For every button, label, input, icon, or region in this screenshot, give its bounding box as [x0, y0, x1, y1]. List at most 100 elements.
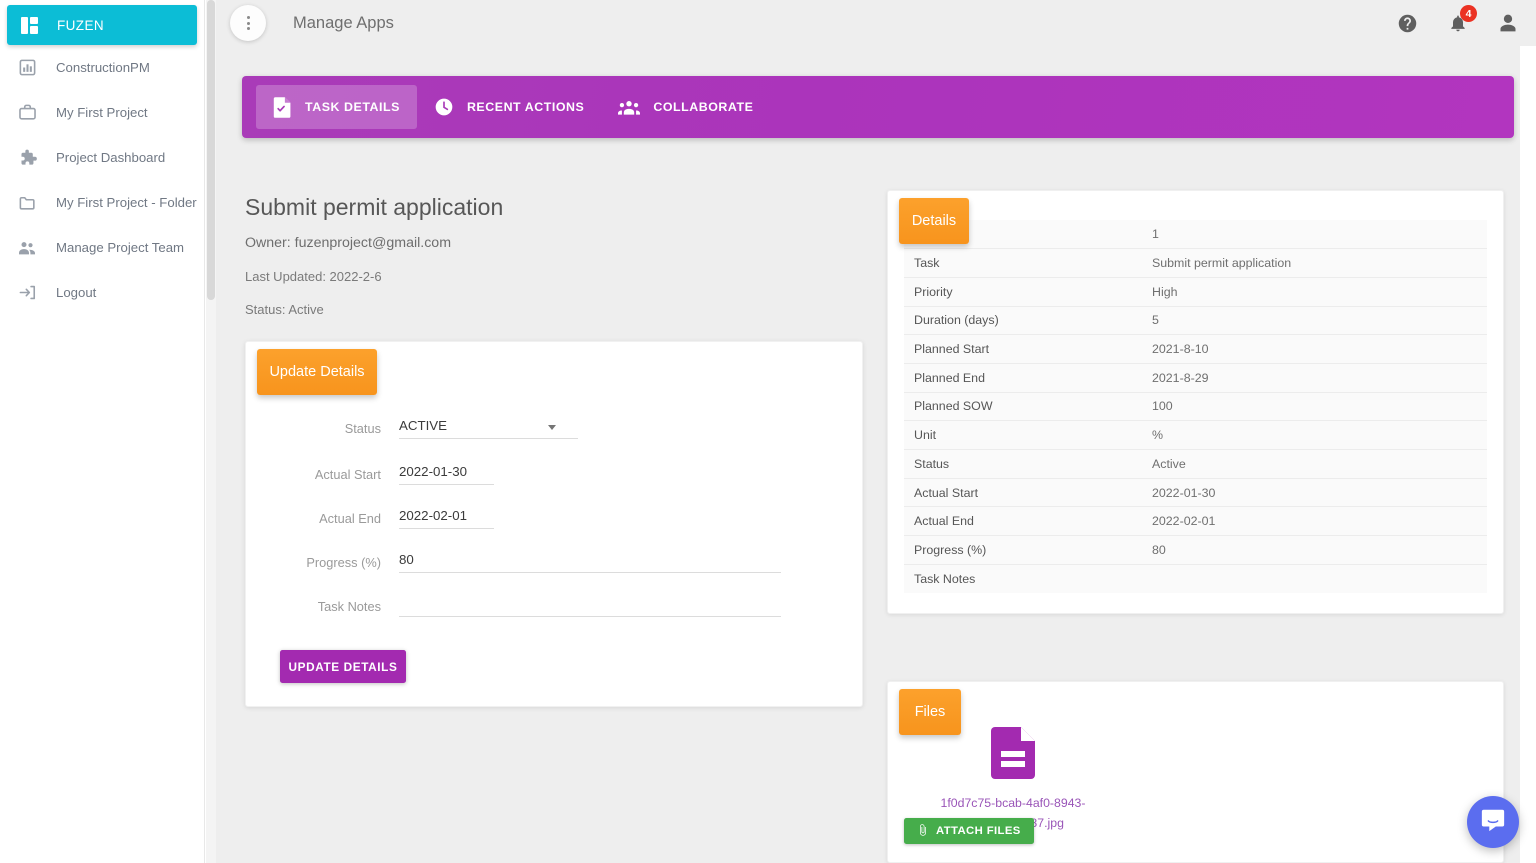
chat-bubble-icon — [1480, 807, 1506, 838]
topbar-actions: 4 — [1397, 5, 1518, 34]
sidebar-item-constructionpm[interactable]: ConstructionPM — [0, 45, 204, 90]
details-key: Priority — [904, 277, 1134, 307]
update-details-submit-button[interactable]: UPDATE DETAILS — [280, 650, 406, 683]
details-value — [1134, 564, 1487, 593]
task-last-updated: Last Updated: 2022-2-6 — [245, 269, 382, 284]
details-value: High — [1134, 277, 1487, 307]
actual-start-input[interactable]: 2022-01-30 — [399, 464, 494, 485]
task-notes-input[interactable] — [399, 596, 781, 617]
details-key: Task Notes — [904, 564, 1134, 593]
details-row: Duration (days) 5 — [904, 306, 1487, 336]
update-details-card: UPDATE DETAILS Status ACTIVE Actual Start… — [245, 341, 863, 707]
details-key: Unit — [904, 420, 1134, 450]
details-card: S. No.1TaskSubmit permit applicationPrio… — [887, 190, 1504, 614]
more-vertical-icon[interactable] — [230, 5, 266, 41]
briefcase-icon — [16, 102, 38, 124]
details-value: 2022-01-30 — [1134, 478, 1487, 508]
details-row: Priority High — [904, 277, 1487, 307]
details-key: Progress (%) — [904, 535, 1134, 565]
form-label-task-notes: Task Notes — [317, 599, 381, 614]
sidebar-item-label: Manage Project Team — [56, 240, 185, 255]
details-value: 2021-8-29 — [1134, 363, 1487, 393]
tab-task-details[interactable]: TASK DETAILS — [256, 85, 417, 129]
sidebar-item-label: My First Project — [56, 105, 148, 120]
details-row: Planned End 2021-8-29 — [904, 363, 1487, 393]
details-row: Unit% — [904, 420, 1487, 450]
brand-logo-button[interactable]: FUZEN — [7, 5, 197, 45]
sidebar-item-project-dashboard[interactable]: Project Dashboard — [0, 135, 204, 180]
task-status: Status: Active — [245, 302, 324, 317]
brand-name: FUZEN — [57, 17, 104, 33]
details-value: 1 — [1134, 220, 1487, 250]
person-icon[interactable] — [1498, 13, 1518, 33]
form-row-task-notes: Task Notes — [246, 596, 781, 617]
tab-recent-actions[interactable]: RECENT ACTIONS — [417, 85, 601, 129]
details-key: Status — [904, 449, 1134, 479]
task-header: Submit permit application Owner: fuzenpr… — [245, 194, 865, 317]
details-row: Actual End 2022-02-01 — [904, 506, 1487, 537]
details-key: Planned SOW — [904, 392, 1134, 422]
actual-end-input[interactable]: 2022-02-01 — [399, 508, 494, 529]
details-value: 80 — [1134, 535, 1487, 565]
attach-files-label: ATTACH FILES — [936, 825, 1021, 837]
tab-label: RECENT ACTIONS — [466, 100, 585, 114]
details-key: Actual End — [904, 506, 1134, 537]
details-value: 5 — [1134, 306, 1487, 336]
form-label-progress: Progress (%) — [306, 555, 381, 570]
chevron-down-icon — [548, 425, 556, 430]
sidebar-item-label: Logout — [56, 285, 97, 300]
details-row: Progress (%) 80 — [904, 535, 1487, 565]
details-key: Task — [904, 248, 1134, 278]
status-select[interactable]: ACTIVE — [399, 418, 578, 439]
details-value: 2021-8-10 — [1134, 334, 1487, 364]
folder-icon — [16, 192, 38, 214]
page-scrollbar-thumb[interactable] — [207, 0, 215, 300]
details-value: % — [1134, 420, 1487, 450]
form-row-progress: Progress (%) 80 — [246, 552, 781, 573]
details-row: Status Active — [904, 449, 1487, 479]
clock-icon — [434, 97, 454, 117]
people-icon — [16, 237, 38, 259]
field-value: 80 — [399, 552, 414, 567]
sidebar: FUZEN ConstructionPM My First Project Proj… — [0, 0, 205, 863]
chat-launcher-button[interactable] — [1467, 796, 1519, 848]
sidebar-item-label: Project Dashboard — [56, 150, 166, 165]
files-section-label: Files — [899, 689, 961, 735]
sidebar-item-my-first-project-folder[interactable]: My First Project - Folder — [0, 180, 204, 225]
details-key: Planned End — [904, 363, 1134, 393]
document-check-icon — [273, 96, 292, 118]
details-row: Actual Start 2022-01-30 — [904, 478, 1487, 508]
details-row: Task Submit permit application — [904, 248, 1487, 278]
field-value: 2022-02-01 — [399, 508, 468, 523]
tab-collaborate[interactable]: COLLABORATE — [601, 85, 770, 129]
puzzle-piece-icon — [16, 147, 38, 169]
dashboard-grid-icon — [21, 16, 38, 34]
details-key: Planned Start — [904, 334, 1134, 364]
field-value: ACTIVE — [399, 418, 448, 433]
topbar: Manage Apps 4 — [216, 0, 1536, 46]
field-value: 2022-01-30 — [399, 464, 468, 479]
people-group-icon — [618, 99, 641, 116]
form-row-status: Status ACTIVE — [246, 418, 578, 439]
help-circle-icon[interactable] — [1397, 13, 1418, 34]
right-gutter — [1520, 0, 1536, 863]
form-row-actual-end: Actual End 2022-02-01 — [246, 508, 494, 529]
details-row: S. No.1 — [904, 220, 1487, 250]
details-row: Planned Start 2021-8-10 — [904, 334, 1487, 364]
details-key: Duration (days) — [904, 306, 1134, 336]
page-title: Manage Apps — [293, 13, 394, 32]
details-value: 100 — [1134, 392, 1487, 422]
tab-label: COLLABORATE — [653, 100, 754, 114]
bell-icon[interactable]: 4 — [1448, 5, 1477, 33]
sidebar-item-manage-project-team[interactable]: Manage Project Team — [0, 225, 204, 270]
details-row: Task Notes — [904, 564, 1487, 593]
sidebar-nav: ConstructionPM My First Project Project Da… — [0, 45, 204, 315]
details-key: Actual Start — [904, 478, 1134, 508]
attach-files-button[interactable]: ATTACH FILES — [904, 818, 1034, 844]
progress-input[interactable]: 80 — [399, 552, 781, 573]
sidebar-item-logout[interactable]: Logout — [0, 270, 204, 315]
sidebar-item-label: My First Project - Folder — [56, 195, 197, 210]
notification-count-badge: 4 — [1460, 5, 1477, 22]
sidebar-item-my-first-project[interactable]: My First Project — [0, 90, 204, 135]
update-details-section-label: Update Details — [257, 349, 377, 395]
